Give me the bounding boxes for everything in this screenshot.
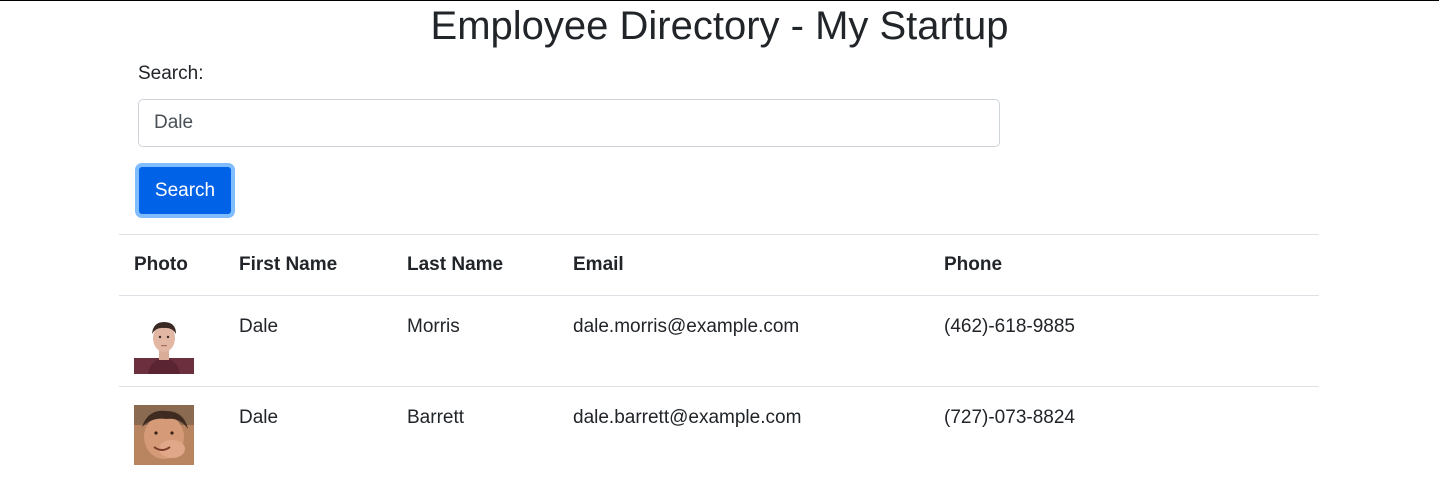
avatar [134,314,194,374]
search-button-label: Search [154,180,216,201]
table-row: Dale Morris dale.morris@example.com (462… [119,296,1319,387]
table-row: Dale Barrett dale.barrett@example.com (7… [119,386,1319,478]
header-phone[interactable]: Phone [929,234,1319,296]
first-name-cell: Dale [224,386,392,478]
last-name-cell: Morris [407,316,460,337]
first-name-cell: Dale [239,316,279,337]
avatar [134,405,194,465]
search-button[interactable]: Search [135,163,235,218]
table-header-row: Photo First Name Last Name Email Phone [119,234,1319,296]
top-border [0,0,1439,1]
email-cell: dale.morris@example.com [573,316,800,337]
search-label: Search: [138,63,204,84]
header-photo[interactable]: Photo [119,234,224,296]
header-first-name[interactable]: First Name [224,234,392,296]
email-cell: dale.barrett@example.com [558,386,929,478]
search-input[interactable] [138,99,1000,147]
page-title: Employee Directory - My Startup [430,4,1009,48]
phone-cell: (462)-618-9885 [944,316,1075,337]
last-name-cell: Barrett [392,386,558,478]
photo-cell [119,386,224,478]
header-email[interactable]: Email [558,234,929,296]
header-last-name[interactable]: Last Name [392,234,558,296]
phone-cell: (727)-073-8824 [929,386,1319,478]
employee-table: Photo First Name Last Name Email Phone D… [119,234,1319,478]
photo-cell [119,296,224,387]
